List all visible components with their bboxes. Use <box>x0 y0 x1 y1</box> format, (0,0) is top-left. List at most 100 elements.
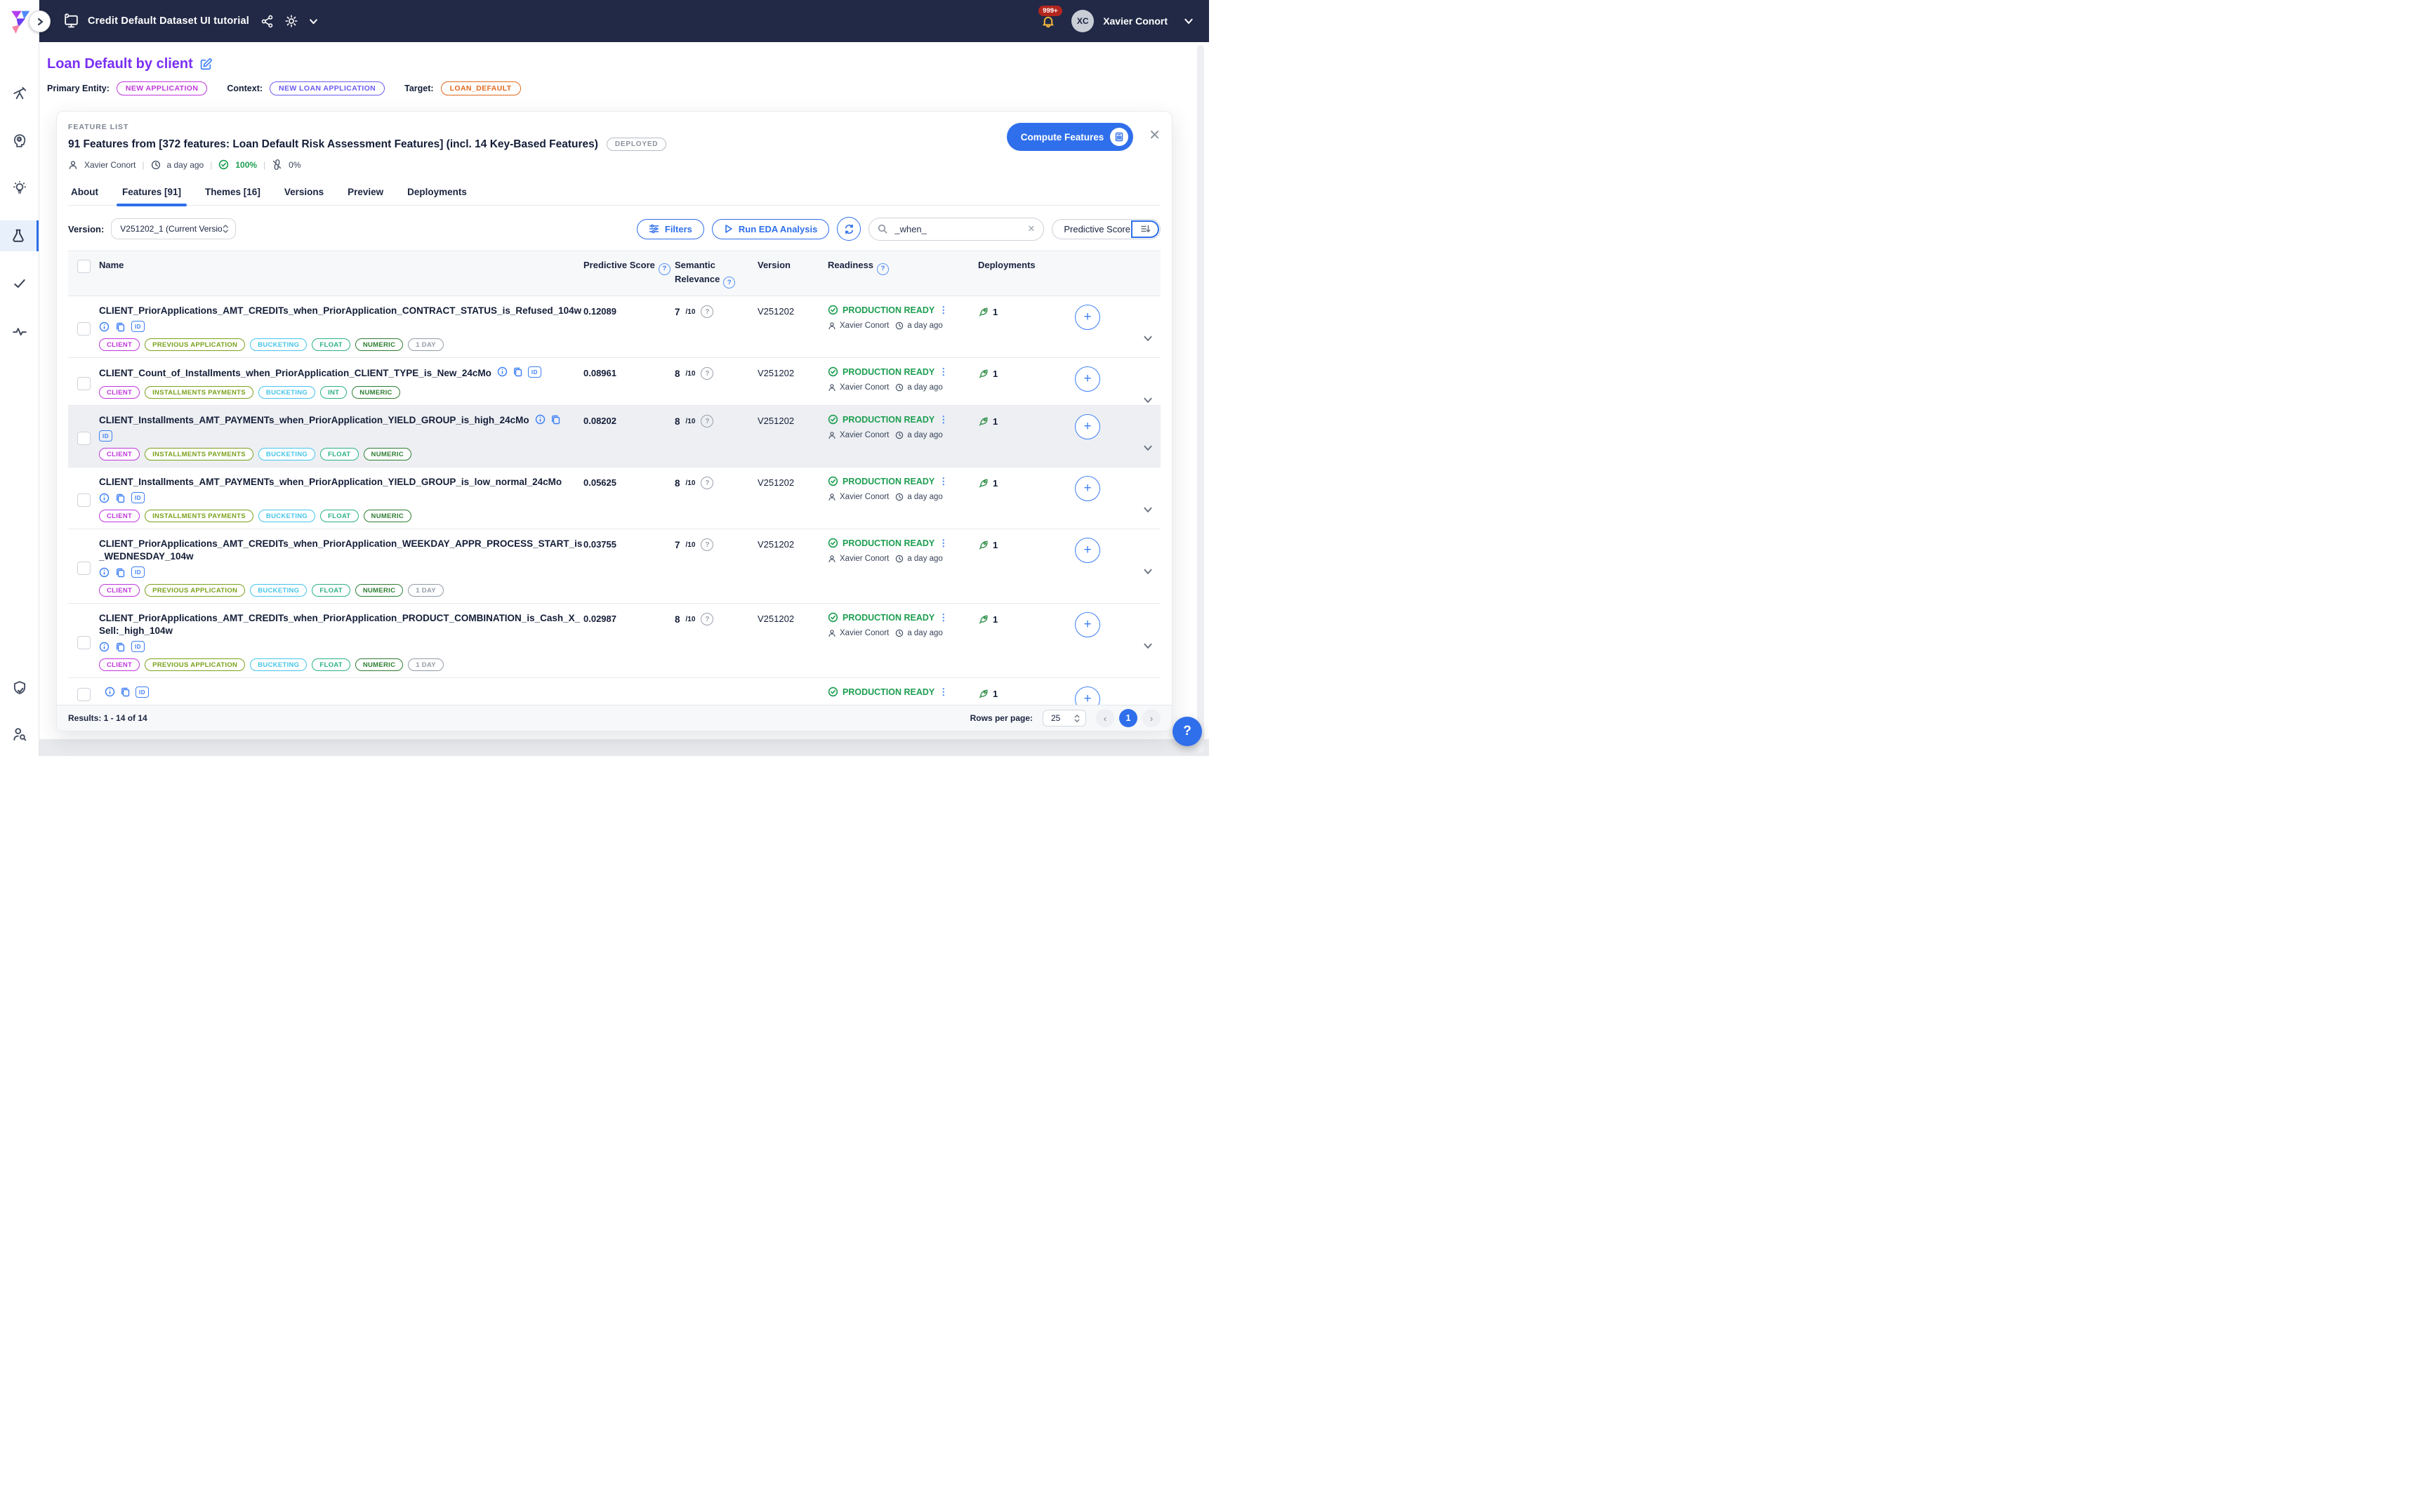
feature-name[interactable]: CLIENT_Installments_AMT_PAYMENTs_when_Pr… <box>99 477 562 487</box>
expand-row-chevron-icon[interactable] <box>1142 566 1154 577</box>
expand-row-chevron-icon[interactable] <box>1142 640 1154 651</box>
clear-search-icon[interactable]: ✕ <box>1027 223 1035 234</box>
copy-icon[interactable] <box>550 414 561 425</box>
prev-page-button[interactable]: ‹ <box>1096 709 1114 727</box>
sidebar-item-activity[interactable] <box>0 316 39 347</box>
expand-row-chevron-icon[interactable] <box>1142 394 1154 406</box>
info-icon[interactable] <box>105 687 115 698</box>
topbar-project[interactable]: Credit Default Dataset UI tutorial <box>62 13 249 29</box>
row-menu-icon[interactable]: ⋮ <box>939 307 948 314</box>
copy-icon[interactable] <box>115 321 126 332</box>
current-page-button[interactable]: 1 <box>1119 709 1137 727</box>
edit-title-icon[interactable] <box>199 58 213 71</box>
add-to-use-case-button[interactable]: + <box>1075 305 1100 330</box>
relevance-help-icon[interactable]: ? <box>701 538 713 551</box>
sidebar-item-approvals[interactable] <box>0 268 39 299</box>
table-row[interactable]: ID PRODUCTION READY ⋮ 1 + <box>68 678 1161 708</box>
copy-icon[interactable] <box>120 687 131 698</box>
compute-features-button[interactable]: Compute Features <box>1007 123 1134 151</box>
row-menu-icon[interactable]: ⋮ <box>939 369 948 376</box>
relevance-help-icon[interactable]: ? <box>701 477 713 489</box>
context-badge[interactable]: NEW LOAN APPLICATION <box>270 81 385 95</box>
run-eda-button[interactable]: Run EDA Analysis <box>712 219 829 239</box>
tab-versions[interactable]: Versions <box>283 183 325 205</box>
tab-features[interactable]: Features [91] <box>121 183 183 205</box>
col-header-deployments[interactable]: Deployments <box>975 258 1055 272</box>
sidebar-item-user-search[interactable] <box>12 727 27 742</box>
row-checkbox[interactable] <box>77 377 91 390</box>
feature-name[interactable]: CLIENT_PriorApplications_AMT_CREDITs_whe… <box>99 305 581 316</box>
sort-direction-button[interactable] <box>1131 220 1159 238</box>
row-checkbox[interactable] <box>77 688 91 701</box>
relevance-help-icon[interactable]: ? <box>701 305 713 318</box>
row-menu-icon[interactable]: ⋮ <box>939 416 948 423</box>
table-row[interactable]: CLIENT_PriorApplications_AMT_CREDITs_whe… <box>68 296 1161 358</box>
info-icon[interactable] <box>99 321 110 332</box>
copy-icon[interactable] <box>115 493 126 503</box>
row-menu-icon[interactable]: ⋮ <box>939 614 948 621</box>
sidebar-item-governance[interactable] <box>12 680 27 696</box>
semantic-relevance-help-icon[interactable]: ? <box>723 277 735 289</box>
vertical-scrollbar[interactable] <box>1197 45 1204 753</box>
id-icon[interactable]: ID <box>131 492 145 503</box>
tab-deployments[interactable]: Deployments <box>406 183 468 205</box>
target-badge[interactable]: LOAN_DEFAULT <box>441 81 521 95</box>
table-row[interactable]: CLIENT_Installments_AMT_PAYMENTs_when_Pr… <box>68 467 1161 529</box>
row-menu-icon[interactable]: ⋮ <box>939 689 948 696</box>
table-row[interactable]: CLIENT_Count_of_Installments_when_PriorA… <box>68 358 1161 406</box>
close-panel-icon[interactable]: ✕ <box>1149 128 1161 142</box>
col-header-name[interactable]: Name <box>99 258 583 272</box>
id-icon[interactable]: ID <box>131 566 145 578</box>
col-header-readiness[interactable]: Readiness? <box>828 258 975 275</box>
help-button[interactable]: ? <box>1172 717 1202 746</box>
tab-about[interactable]: About <box>70 183 100 205</box>
copy-icon[interactable] <box>115 567 126 578</box>
relevance-help-icon[interactable]: ? <box>701 613 713 625</box>
expand-row-chevron-icon[interactable] <box>1142 504 1154 515</box>
sort-select[interactable]: Predictive Score <box>1052 219 1161 239</box>
id-icon[interactable]: ID <box>136 687 149 698</box>
info-icon[interactable] <box>497 366 508 378</box>
next-page-button[interactable]: › <box>1142 709 1161 727</box>
row-checkbox[interactable] <box>77 493 91 507</box>
info-icon[interactable] <box>535 414 546 425</box>
row-menu-icon[interactable]: ⋮ <box>939 540 948 547</box>
col-header-semantic-relevance[interactable]: Semantic Relevance? <box>675 258 758 289</box>
sidebar-item-ideas[interactable] <box>0 173 39 204</box>
table-row[interactable]: CLIENT_Installments_AMT_PAYMENTs_when_Pr… <box>68 406 1161 467</box>
copy-icon[interactable] <box>513 366 523 378</box>
project-menu-chevron-icon[interactable] <box>309 17 318 26</box>
expand-row-chevron-icon[interactable] <box>1142 333 1154 344</box>
add-to-use-case-button[interactable]: + <box>1075 366 1100 392</box>
user-menu-chevron-icon[interactable] <box>1184 16 1194 26</box>
feature-name[interactable]: CLIENT_Installments_AMT_PAYMENTs_when_Pr… <box>99 415 529 425</box>
tab-themes[interactable]: Themes [16] <box>204 183 262 205</box>
feature-name[interactable]: CLIENT_PriorApplications_AMT_CREDITs_whe… <box>99 613 580 636</box>
sidebar-expand-button[interactable] <box>29 11 51 32</box>
user-name[interactable]: Xavier Conort <box>1103 15 1168 27</box>
feature-name[interactable]: CLIENT_PriorApplications_AMT_CREDITs_whe… <box>99 538 582 562</box>
copy-icon[interactable] <box>115 642 126 652</box>
sidebar-item-experiments[interactable] <box>0 220 39 251</box>
feature-name[interactable]: CLIENT_Count_of_Installments_when_PriorA… <box>99 368 491 378</box>
info-icon[interactable] <box>99 567 110 578</box>
sidebar-item-explore[interactable] <box>0 77 39 108</box>
share-icon[interactable] <box>260 15 274 28</box>
row-checkbox[interactable] <box>77 562 91 575</box>
add-to-use-case-button[interactable]: + <box>1075 538 1100 563</box>
settings-gear-icon[interactable] <box>284 14 298 28</box>
search-input[interactable] <box>893 223 1015 235</box>
info-icon[interactable] <box>99 493 110 503</box>
tab-preview[interactable]: Preview <box>346 183 385 205</box>
col-header-version[interactable]: Version <box>758 258 828 272</box>
expand-row-chevron-icon[interactable] <box>1142 442 1154 453</box>
row-menu-icon[interactable]: ⋮ <box>939 478 948 485</box>
select-all-checkbox[interactable] <box>77 260 91 273</box>
id-icon[interactable]: ID <box>99 430 112 442</box>
id-icon[interactable]: ID <box>131 321 145 332</box>
table-row[interactable]: CLIENT_PriorApplications_AMT_CREDITs_whe… <box>68 529 1161 604</box>
sidebar-item-modeling[interactable] <box>0 125 39 156</box>
info-icon[interactable] <box>99 642 110 652</box>
relevance-help-icon[interactable]: ? <box>701 367 713 380</box>
primary-entity-badge[interactable]: NEW APPLICATION <box>117 81 207 95</box>
